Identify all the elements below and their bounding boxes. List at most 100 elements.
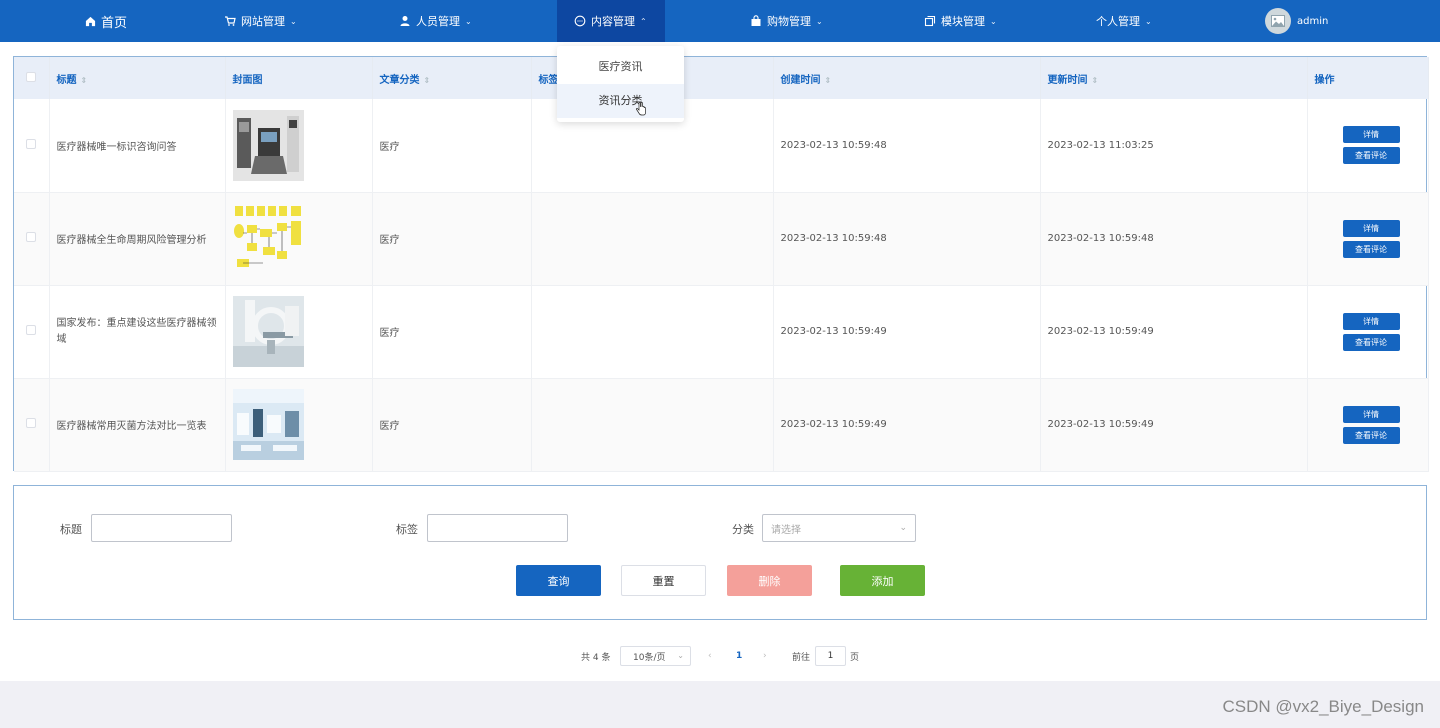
user-menu[interactable]: admin	[1265, 0, 1328, 42]
bag-icon	[750, 15, 762, 27]
cover-image-lab	[232, 389, 304, 460]
table-row: 医疗器械常用灭菌方法对比一览表 医疗 2023-02-13 10:59:49 2…	[14, 378, 1429, 472]
next-page-icon[interactable]: ›	[763, 646, 767, 666]
chat-bubble-icon	[574, 15, 586, 27]
menu-item-medical-news[interactable]: 医疗资讯	[557, 50, 684, 84]
cell-cover	[225, 378, 373, 472]
nav-label: 网站管理	[241, 15, 285, 28]
cell-updated: 2023-02-13 10:59:49	[1040, 378, 1308, 472]
cell-created: 2023-02-13 10:59:49	[773, 285, 1041, 379]
nav-shopping-manage[interactable]: 购物管理 ⌄	[750, 0, 823, 42]
cell-cover	[225, 285, 373, 379]
chevron-down-icon: ⌄	[816, 16, 823, 26]
cell-category: 医疗	[372, 192, 532, 286]
nav-website-manage[interactable]: 网站管理 ⌄	[224, 0, 297, 42]
pagination-total: 共 4 条	[581, 652, 611, 663]
category-select[interactable]: 请选择 ⌄	[762, 514, 916, 542]
prev-page-icon[interactable]: ‹	[708, 646, 712, 666]
nav-personal-manage[interactable]: 个人管理 ⌄	[1096, 0, 1152, 42]
title-label: 标题	[60, 523, 82, 536]
tag-label: 标签	[396, 523, 418, 536]
cell-category: 医疗	[372, 378, 532, 472]
article-table: 标题 ⇕ 封面图 文章分类 ⇕ 标签 创建时间 ⇕ 更新时间 ⇕ 操作 医疗器械唯一标识…	[13, 56, 1429, 472]
detail-button[interactable]: 详情	[1342, 312, 1400, 330]
cover-image-surgical-robot	[232, 109, 304, 181]
cell-tag	[531, 192, 774, 286]
column-header-category[interactable]: 文章分类 ⇕	[372, 57, 532, 99]
cell-updated: 2023-02-13 11:03:25	[1040, 99, 1308, 193]
content-manage-dropdown: 医疗资讯 资讯分类	[557, 46, 684, 122]
cell-title: 国家发布：重点建设这些医疗器械领域	[49, 285, 226, 379]
nav-content-manage[interactable]: 内容管理 ⌃	[557, 0, 665, 42]
row-checkbox[interactable]	[14, 192, 50, 286]
cell-cover	[225, 192, 373, 286]
goto-label: 前往	[792, 652, 811, 663]
column-header-title[interactable]: 标题 ⇕	[49, 57, 226, 99]
nav-home[interactable]: 首页	[84, 0, 127, 42]
cell-created: 2023-02-13 10:59:48	[773, 192, 1041, 286]
column-header-updated[interactable]: 更新时间 ⇕	[1040, 57, 1308, 99]
table-row: 国家发布：重点建设这些医疗器械领域 医疗 2023-02-13 10:59:49	[14, 285, 1429, 379]
cell-title: 医疗器械常用灭菌方法对比一览表	[49, 378, 226, 472]
nav-home-label: 首页	[101, 15, 128, 31]
top-navbar: 首页 网站管理 ⌄ 人员管理 ⌄ 内容管理 ⌃ 购物管理 ⌄ 模块管理 ⌄ 个人…	[0, 0, 1440, 42]
title-input[interactable]	[91, 514, 232, 542]
home-icon	[84, 15, 96, 27]
tag-input[interactable]	[427, 514, 568, 542]
cell-actions: 详情 查看评论	[1307, 285, 1429, 379]
add-button[interactable]: 添加	[840, 565, 925, 596]
column-header-cover: 封面图	[225, 57, 373, 99]
sort-icon: ⇕	[1091, 75, 1099, 85]
cover-image-imaging-equipment	[232, 296, 304, 367]
page-number-current[interactable]: 1	[736, 646, 742, 666]
chevron-down-icon: ⌄	[899, 523, 907, 533]
page-unit-label: 页	[850, 652, 860, 663]
row-checkbox[interactable]	[14, 378, 50, 472]
cell-created: 2023-02-13 10:59:49	[773, 378, 1041, 472]
table-row: 医疗器械唯一标识咨询问答 医疗 2023-02-13 10:59:48 2023…	[14, 99, 1429, 193]
cell-created: 2023-02-13 10:59:48	[773, 99, 1041, 193]
select-all-checkbox[interactable]	[14, 57, 50, 99]
table-header-row: 标题 ⇕ 封面图 文章分类 ⇕ 标签 创建时间 ⇕ 更新时间 ⇕ 操作	[14, 57, 1429, 99]
delete-button[interactable]: 删除	[727, 565, 812, 596]
nav-label: 内容管理	[591, 15, 635, 28]
goto-page-input[interactable]: 1	[815, 646, 846, 666]
view-comments-button[interactable]: 查看评论	[1342, 426, 1400, 444]
hand-cursor-icon	[636, 102, 646, 116]
reset-button[interactable]: 重置	[621, 565, 706, 596]
view-comments-button[interactable]: 查看评论	[1342, 333, 1400, 351]
chevron-up-icon: ⌃	[640, 16, 647, 26]
chevron-down-icon: ⌄	[290, 16, 297, 26]
sort-icon: ⇕	[80, 75, 88, 85]
query-button[interactable]: 查询	[516, 565, 601, 596]
cart-icon	[224, 15, 236, 27]
detail-button[interactable]: 详情	[1342, 126, 1400, 144]
chevron-down-icon: ⌄	[990, 16, 997, 26]
page-size-select[interactable]: 10条/页 ⌄	[620, 646, 691, 666]
nav-label: 模块管理	[941, 15, 985, 28]
chevron-down-icon: ⌄	[465, 16, 472, 26]
nav-label: 购物管理	[767, 15, 811, 28]
menu-item-news-category[interactable]: 资讯分类	[557, 84, 684, 118]
cell-actions: 详情 查看评论	[1307, 192, 1429, 286]
cell-title: 医疗器械全生命周期风险管理分析	[49, 192, 226, 286]
sort-icon: ⇕	[824, 75, 832, 85]
chevron-down-icon: ⌄	[677, 651, 684, 660]
column-header-created[interactable]: 创建时间 ⇕	[773, 57, 1041, 99]
view-comments-button[interactable]: 查看评论	[1342, 240, 1400, 258]
nav-label: 个人管理	[1096, 15, 1140, 28]
category-placeholder: 请选择	[771, 524, 801, 536]
watermark: CSDN @vx2_Biye_Design	[1222, 697, 1424, 716]
user-name: admin	[1297, 15, 1329, 27]
user-icon	[399, 15, 411, 27]
chevron-down-icon: ⌄	[1145, 16, 1152, 26]
nav-staff-manage[interactable]: 人员管理 ⌄	[399, 0, 472, 42]
view-comments-button[interactable]: 查看评论	[1342, 147, 1400, 165]
nav-module-manage[interactable]: 模块管理 ⌄	[924, 0, 997, 42]
nav-label: 人员管理	[416, 15, 460, 28]
row-checkbox[interactable]	[14, 99, 50, 193]
detail-button[interactable]: 详情	[1342, 219, 1400, 237]
cell-category: 医疗	[372, 285, 532, 379]
row-checkbox[interactable]	[14, 285, 50, 379]
detail-button[interactable]: 详情	[1342, 405, 1400, 423]
